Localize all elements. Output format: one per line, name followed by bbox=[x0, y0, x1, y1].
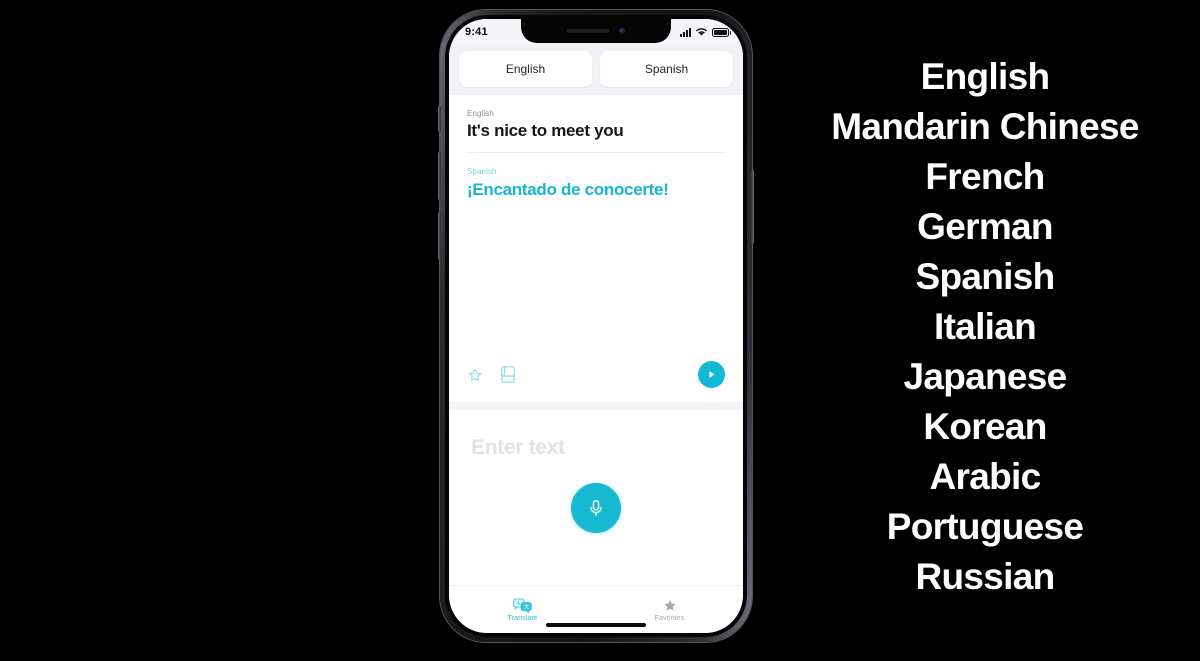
language-item: Russian bbox=[915, 556, 1055, 597]
enter-text-placeholder: Enter text bbox=[471, 436, 565, 459]
translation-actions bbox=[467, 361, 725, 388]
phone-screen: 9:41 English Spanish English It's nice t… bbox=[449, 19, 743, 633]
volume-down-button[interactable] bbox=[438, 212, 441, 260]
microphone-icon bbox=[590, 499, 602, 517]
target-language-label: Spanish bbox=[467, 167, 497, 176]
language-item: German bbox=[917, 206, 1053, 247]
star-filled-icon bbox=[663, 599, 676, 611]
iphone-device-frame: 9:41 English Spanish English It's nice t… bbox=[438, 10, 754, 642]
translation-card: English It's nice to meet you Spanish ¡E… bbox=[449, 95, 743, 402]
supported-languages-list: English Mandarin Chinese French German S… bbox=[780, 52, 1190, 602]
language-item: Korean bbox=[923, 406, 1047, 447]
language-item: French bbox=[925, 156, 1045, 197]
status-bar-clock: 9:41 bbox=[465, 26, 488, 38]
language-item: Portuguese bbox=[886, 506, 1084, 547]
language-item: Japanese bbox=[903, 356, 1067, 397]
cellular-bars-icon bbox=[680, 27, 691, 37]
volume-up-button[interactable] bbox=[438, 152, 441, 200]
power-button[interactable] bbox=[751, 170, 754, 244]
language-item: Italian bbox=[933, 306, 1037, 347]
screenshot-root: 9:41 English Spanish English It's nice t… bbox=[0, 0, 1200, 661]
text-input-area[interactable]: Enter text bbox=[449, 410, 743, 585]
front-camera-icon bbox=[619, 28, 625, 34]
play-audio-button[interactable] bbox=[698, 361, 725, 388]
target-language-button[interactable]: Spanish bbox=[600, 51, 733, 87]
mute-switch[interactable] bbox=[438, 106, 441, 132]
language-item: Mandarin Chinese bbox=[831, 106, 1139, 147]
battery-icon bbox=[712, 27, 731, 37]
book-icon[interactable] bbox=[501, 366, 515, 383]
language-item: Spanish bbox=[915, 256, 1055, 297]
svg-text:A: A bbox=[517, 601, 521, 607]
source-text-block[interactable]: English It's nice to meet you bbox=[467, 95, 725, 153]
phone-bezel: 9:41 English Spanish English It's nice t… bbox=[445, 15, 747, 637]
source-text: It's nice to meet you bbox=[467, 121, 624, 140]
svg-text:文: 文 bbox=[524, 603, 529, 610]
star-outline-icon[interactable] bbox=[467, 367, 483, 383]
target-text: ¡Encantado de conocerte! bbox=[467, 180, 669, 199]
tab-favorites-label: Favorites bbox=[654, 614, 685, 622]
status-bar-indicators bbox=[680, 27, 731, 37]
notch bbox=[521, 19, 671, 43]
microphone-button[interactable] bbox=[571, 483, 621, 533]
source-language-button[interactable]: English bbox=[459, 51, 592, 87]
source-language-label: English bbox=[467, 109, 494, 118]
language-item: Arabic bbox=[929, 456, 1042, 497]
play-icon bbox=[709, 371, 715, 378]
action-icon-group bbox=[467, 366, 515, 383]
language-selector-bar: English Spanish bbox=[449, 45, 743, 95]
home-indicator[interactable] bbox=[546, 623, 646, 627]
translate-bubbles-icon: A 文 bbox=[513, 597, 532, 613]
tab-translate-label: Translate bbox=[507, 614, 538, 622]
section-divider bbox=[449, 402, 743, 410]
earpiece-speaker-icon bbox=[567, 29, 609, 33]
wifi-icon bbox=[695, 28, 708, 36]
target-text-block[interactable]: Spanish ¡Encantado de conocerte! bbox=[467, 153, 725, 201]
language-item: English bbox=[920, 56, 1050, 97]
